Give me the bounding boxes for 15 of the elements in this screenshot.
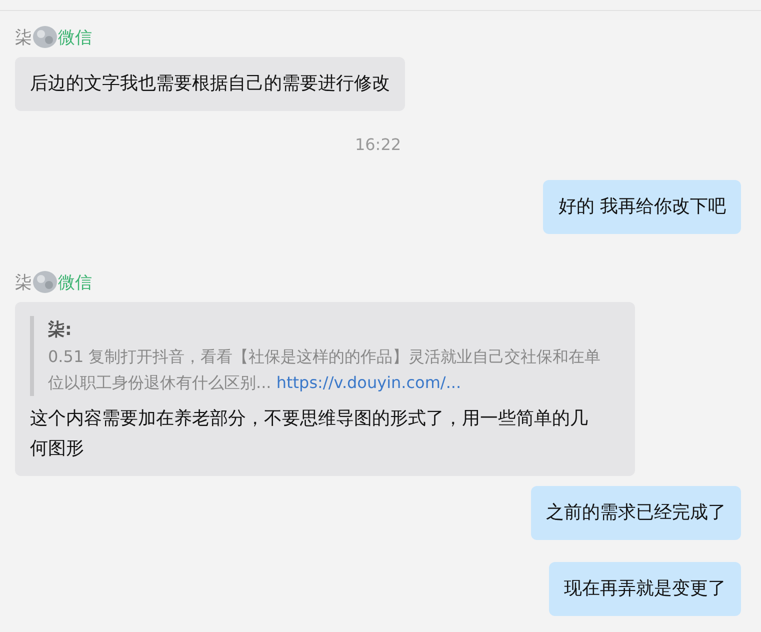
quote-author: 柒: bbox=[48, 319, 73, 342]
timestamp: 16:22 bbox=[354, 135, 402, 154]
quote-link[interactable]: https://v.douyin.com/... bbox=[276, 373, 462, 392]
message-text: 这个内容需要加在养老部分，不要思维导图的形式了，用一些简单的几何图形 bbox=[30, 407, 589, 461]
blur-mark-icon bbox=[32, 25, 58, 49]
sender-name: 柒 bbox=[15, 26, 32, 48]
incoming-message: 后边的文字我也需要根据自己的需要进行修改 bbox=[15, 57, 405, 111]
blur-mark-icon bbox=[32, 270, 58, 294]
sender-tag: 微信 bbox=[58, 270, 92, 294]
sender-name: 柒 bbox=[15, 272, 32, 294]
quote-text: 0.51 复制打开抖音，看看【社保是这样的的作品】灵活就业自己交社保和在单位以职工身份退休有什么区别... https://v.douyin.com/... bbox=[48, 346, 602, 394]
outgoing-message: 现在再弄就是变更了 bbox=[549, 562, 741, 616]
outgoing-message: 之前的需求已经完成了 bbox=[531, 486, 741, 540]
sender-tag: 微信 bbox=[58, 26, 92, 48]
outgoing-message: 好的 我再给你改下吧 bbox=[543, 180, 741, 234]
